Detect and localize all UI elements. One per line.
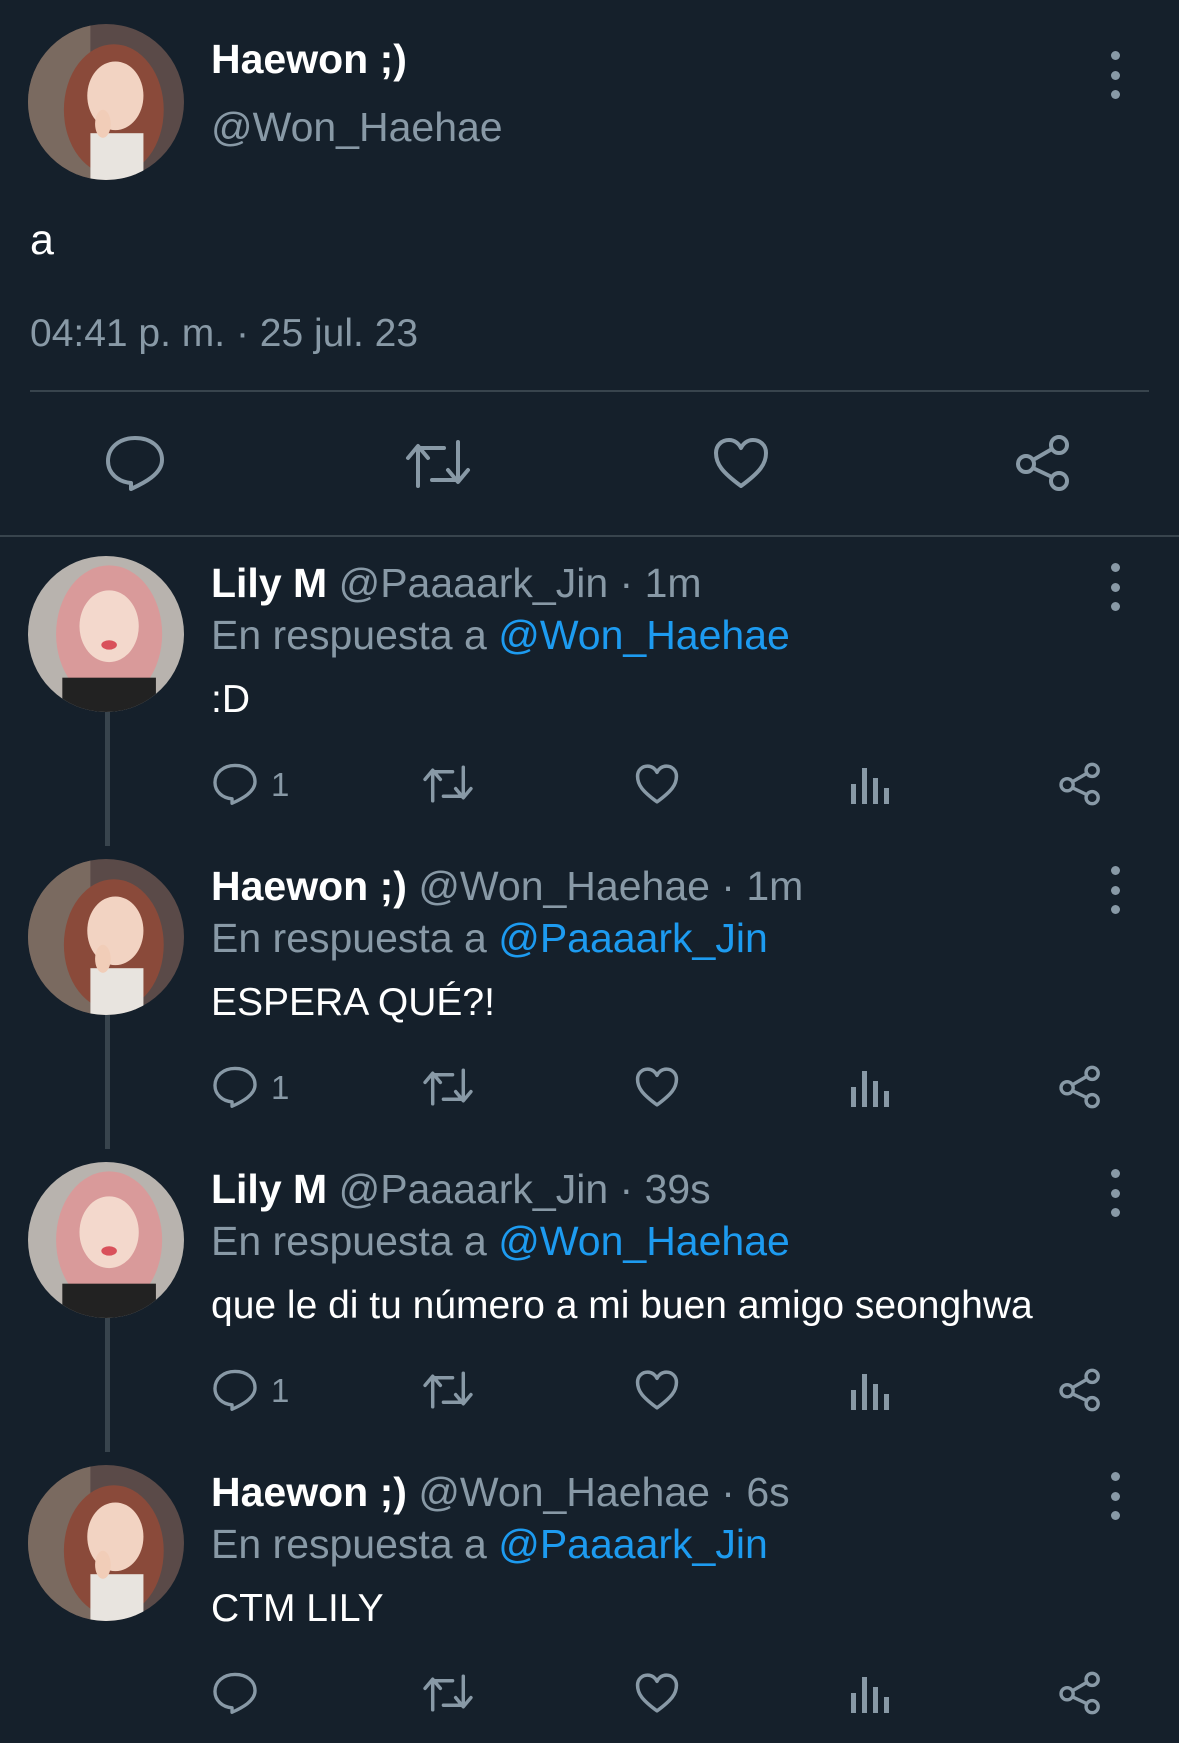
more-options-button[interactable] (1100, 1472, 1130, 1520)
retweet-icon[interactable] (422, 1673, 474, 1713)
share-icon[interactable] (1058, 1671, 1102, 1715)
avatar-haewon[interactable] (28, 859, 184, 1015)
like-icon[interactable] (712, 436, 770, 490)
reply-header: Haewon ;) @Won_Haehae · 6s (211, 1469, 790, 1516)
more-options-button[interactable] (1100, 51, 1130, 99)
main-tweet-timestamp: 04:41 p. m. · 25 jul. 23 (30, 312, 419, 355)
share-icon[interactable] (1058, 1368, 1102, 1412)
more-options-button[interactable] (1100, 1169, 1130, 1217)
reply-icon[interactable] (212, 1671, 258, 1715)
thread-line (105, 712, 110, 846)
avatar-haewon[interactable] (28, 1465, 184, 1621)
main-author-handle[interactable]: @Won_Haehae (211, 104, 503, 151)
more-options-button[interactable] (1100, 866, 1130, 914)
stats-icon[interactable] (850, 766, 890, 804)
avatar-lily[interactable] (28, 556, 184, 712)
reply-text: que le di tu número a mi buen amigo seon… (211, 1284, 1033, 1327)
like-icon[interactable] (634, 763, 680, 805)
divider (0, 535, 1179, 537)
mention-link[interactable]: @Won_Haehae (498, 1218, 790, 1264)
reply-author-meta[interactable]: @Won_Haehae · 6s (418, 1469, 789, 1515)
stats-icon[interactable] (850, 1372, 890, 1410)
retweet-icon[interactable] (422, 1370, 474, 1410)
mention-link[interactable]: @Paaaark_Jin (498, 1521, 768, 1567)
avatar-image (28, 24, 184, 180)
divider (30, 390, 1149, 392)
stats-icon[interactable] (850, 1069, 890, 1107)
reply-text: ESPERA QUÉ?! (211, 981, 495, 1024)
thread-line (105, 1015, 110, 1149)
avatar-lily[interactable] (28, 1162, 184, 1318)
reply-count: 1 (271, 1069, 290, 1106)
reply-author-meta[interactable]: @Paaaark_Jin · 39s (339, 1166, 711, 1212)
reply-header: Lily M @Paaaark_Jin · 1m (211, 560, 702, 607)
reply-author-name[interactable]: Haewon ;) (211, 1469, 407, 1515)
retweet-icon[interactable] (422, 1067, 474, 1107)
avatar-image (28, 1465, 184, 1621)
retweet-icon[interactable] (422, 764, 474, 804)
share-icon[interactable] (1058, 762, 1102, 806)
reply-count: 1 (271, 1372, 290, 1409)
more-options-button[interactable] (1100, 563, 1130, 611)
thread-line (105, 1318, 110, 1452)
reply-to-line: En respuesta a @Paaaark_Jin (211, 915, 768, 961)
reply-author-meta[interactable]: @Paaaark_Jin · 1m (339, 560, 702, 606)
reply-author-name[interactable]: Haewon ;) (211, 863, 407, 909)
like-icon[interactable] (634, 1672, 680, 1714)
dot-icon (1110, 51, 1120, 60)
reply-icon[interactable] (212, 1065, 258, 1109)
main-tweet-text: a (30, 216, 54, 264)
reply-to-line: En respuesta a @Won_Haehae (211, 612, 790, 658)
reply-author-name[interactable]: Lily M (211, 1166, 327, 1212)
like-icon[interactable] (634, 1066, 680, 1108)
avatar-image (28, 1162, 184, 1318)
reply-icon[interactable] (104, 434, 166, 492)
reply-header: Lily M @Paaaark_Jin · 39s (211, 1166, 711, 1213)
main-author-name[interactable]: Haewon ;) (211, 36, 407, 83)
share-icon[interactable] (1014, 434, 1072, 492)
share-icon[interactable] (1058, 1065, 1102, 1109)
reply-text: :D (211, 678, 250, 721)
reply-icon[interactable] (212, 762, 258, 806)
reply-text: CTM LILY (211, 1587, 384, 1630)
reply-icon[interactable] (212, 1368, 258, 1412)
reply-count: 1 (271, 766, 290, 803)
reply-author-name[interactable]: Lily M (211, 560, 327, 606)
avatar-image (28, 556, 184, 712)
mention-link[interactable]: @Won_Haehae (498, 612, 790, 658)
reply-header: Haewon ;) @Won_Haehae · 1m (211, 863, 803, 910)
like-icon[interactable] (634, 1369, 680, 1411)
reply-to-line: En respuesta a @Won_Haehae (211, 1218, 790, 1264)
avatar-haewon[interactable] (28, 24, 184, 180)
retweet-icon[interactable] (404, 438, 472, 490)
mention-link[interactable]: @Paaaark_Jin (498, 915, 768, 961)
stats-icon[interactable] (850, 1675, 890, 1713)
avatar-image (28, 859, 184, 1015)
reply-to-line: En respuesta a @Paaaark_Jin (211, 1521, 768, 1567)
reply-author-meta[interactable]: @Won_Haehae · 1m (418, 863, 803, 909)
